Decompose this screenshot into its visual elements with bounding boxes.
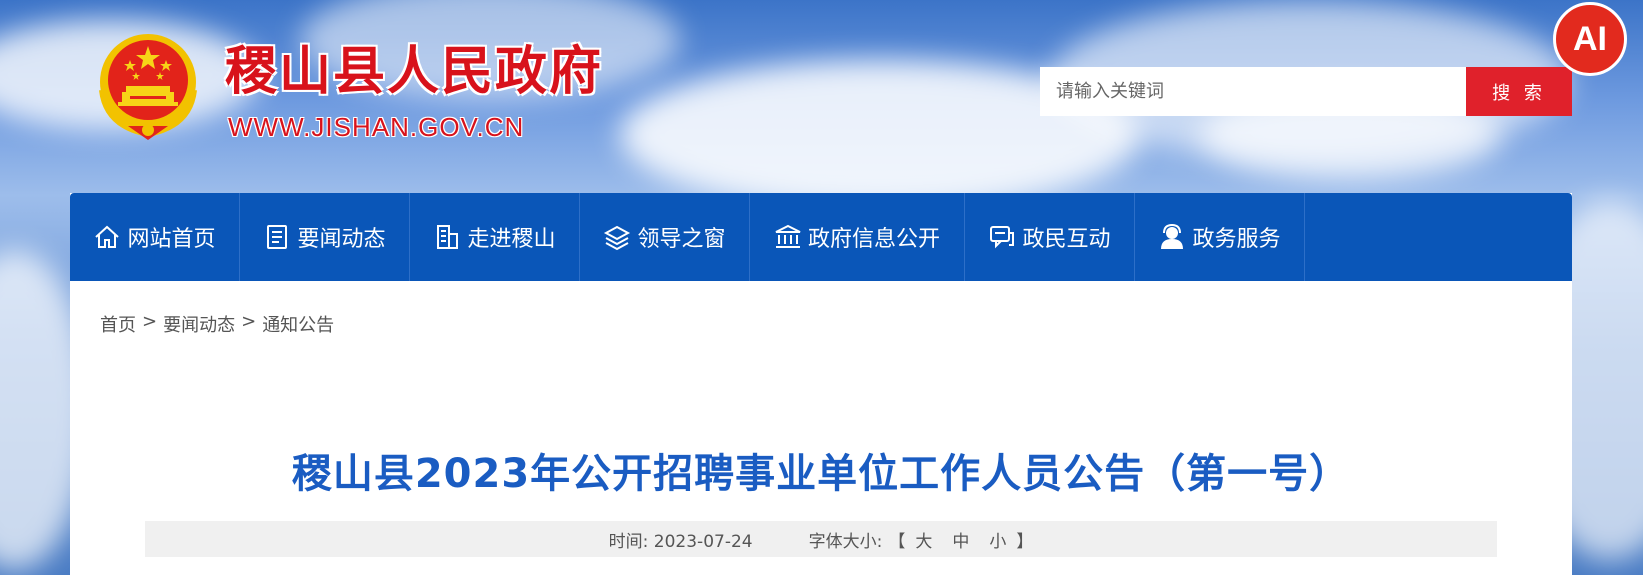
nav-item-label: 政务服务 bbox=[1192, 227, 1281, 252]
search-button[interactable]: 搜 索 bbox=[1466, 67, 1572, 116]
nav-item-gov-info[interactable]: 政府信息公开 bbox=[750, 193, 965, 281]
site-url: WWW.JISHAN.GOV.CN bbox=[228, 112, 525, 142]
breadcrumb-news[interactable]: 要闻动态 bbox=[163, 311, 235, 337]
publish-time: 时间: 2023-07-24 bbox=[609, 527, 753, 552]
breadcrumb-notices[interactable]: 通知公告 bbox=[262, 311, 334, 337]
nav-item-news[interactable]: 要闻动态 bbox=[240, 193, 410, 281]
nav-item-label: 网站首页 bbox=[127, 227, 216, 252]
font-size-small[interactable]: 小 bbox=[989, 527, 1006, 552]
news-icon bbox=[267, 225, 288, 249]
ai-assistant-button[interactable]: AI bbox=[1553, 2, 1627, 76]
nav-item-leaders[interactable]: 领导之窗 bbox=[580, 193, 750, 281]
font-size-label: 字体大小: bbox=[808, 531, 883, 552]
bracket-close: 】 bbox=[1016, 531, 1034, 552]
article-meta-bar: 时间: 2023-07-24 字体大小: 【 大 中 小 】 bbox=[145, 521, 1497, 557]
font-size-medium[interactable]: 中 bbox=[952, 527, 969, 552]
nav-item-label: 政民互动 bbox=[1022, 227, 1111, 252]
font-size-large[interactable]: 大 bbox=[915, 527, 932, 552]
breadcrumb-separator: > bbox=[241, 311, 257, 332]
nav-item-home[interactable]: 网站首页 bbox=[70, 193, 240, 281]
home-icon bbox=[95, 225, 120, 248]
nav-item-label: 领导之窗 bbox=[637, 227, 726, 252]
nav-item-label: 政府信息公开 bbox=[807, 227, 940, 252]
layers-icon bbox=[604, 225, 631, 251]
breadcrumb-home[interactable]: 首页 bbox=[100, 311, 136, 337]
breadcrumb-separator: > bbox=[142, 311, 158, 332]
nav-item-interaction[interactable]: 政民互动 bbox=[965, 193, 1135, 281]
site-title: 稷山县人民政府 bbox=[225, 42, 604, 102]
time-value: 2023-07-24 bbox=[653, 531, 753, 552]
chat-icon bbox=[990, 226, 1015, 249]
time-label: 时间: bbox=[608, 531, 649, 552]
content-container: 网站首页 要闻动态 走进稷山 领导之窗 政府信息公开 政民互动 政务服务 首页 … bbox=[70, 193, 1572, 575]
government-icon bbox=[775, 224, 801, 248]
building-icon bbox=[437, 225, 459, 249]
nav-item-about[interactable]: 走进稷山 bbox=[410, 193, 580, 281]
main-nav: 网站首页 要闻动态 走进稷山 领导之窗 政府信息公开 政民互动 政务服务 bbox=[70, 193, 1572, 281]
national-emblem-icon bbox=[99, 34, 197, 140]
nav-item-services[interactable]: 政务服务 bbox=[1135, 193, 1305, 281]
breadcrumb: 首页 > 要闻动态 > 通知公告 bbox=[100, 311, 334, 337]
article-title: 稷山县2023年公开招聘事业单位工作人员公告（第一号） bbox=[291, 451, 1351, 497]
nav-item-label: 要闻动态 bbox=[297, 227, 386, 252]
bracket-open: 【 bbox=[888, 531, 906, 552]
site-header: 稷山县人民政府 WWW.JISHAN.GOV.CN 搜 索 AI bbox=[0, 0, 1643, 185]
search-input[interactable] bbox=[1040, 67, 1466, 116]
user-service-icon bbox=[1161, 223, 1184, 249]
nav-item-label: 走进稷山 bbox=[467, 227, 556, 252]
